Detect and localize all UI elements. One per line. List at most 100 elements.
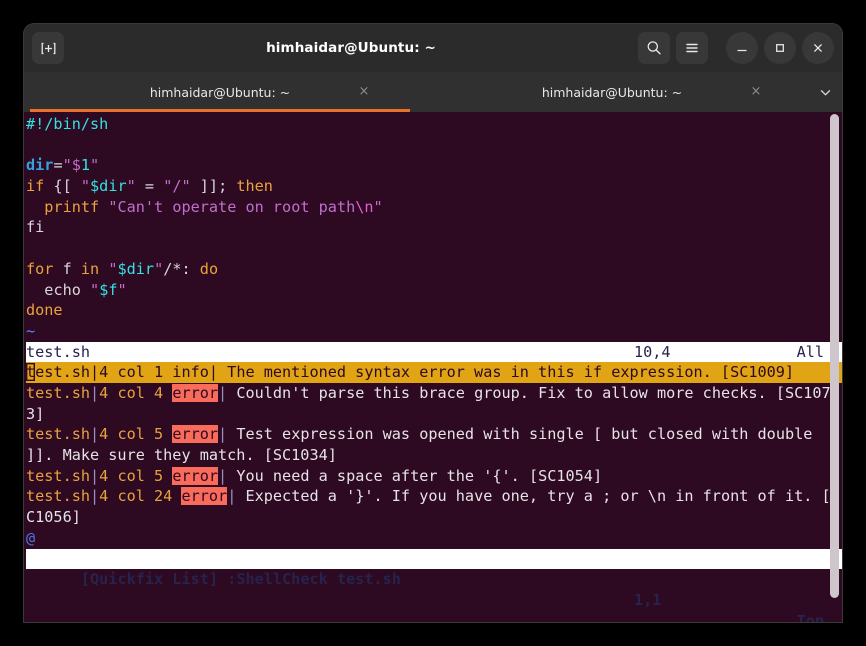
tab-bar: himhaidar@Ubuntu: ~ × himhaidar@Ubuntu: … bbox=[24, 72, 842, 112]
code-token: "$ bbox=[62, 156, 81, 175]
vim-line: #!/bin/sh bbox=[26, 114, 842, 135]
window-titlebar: himhaidar@Ubuntu: ~ bbox=[24, 24, 842, 72]
code-token: {[ bbox=[44, 177, 81, 196]
code-token: ~ bbox=[26, 321, 36, 340]
maximize-button[interactable] bbox=[764, 32, 796, 64]
code-token: #!/bin/sh bbox=[26, 115, 109, 133]
tab-overflow-button[interactable] bbox=[808, 72, 842, 112]
quickfix-entry[interactable]: test.sh|4 col 24 error| Expected a '}'. … bbox=[26, 486, 842, 527]
vim-line: if {[ "$dir" = "/" ]]; then bbox=[26, 176, 842, 197]
terminal-scrollbar[interactable] bbox=[829, 112, 840, 622]
close-button[interactable] bbox=[802, 32, 834, 64]
quickfix-entry[interactable]: test.sh|4 col 5 error| You need a space … bbox=[26, 466, 842, 487]
new-tab-button[interactable] bbox=[32, 32, 64, 64]
code-token: done bbox=[26, 301, 63, 320]
quickfix-current-text: est.sh|4 col 1 info| The mentioned synta… bbox=[35, 363, 795, 382]
vim-line: done bbox=[26, 300, 842, 321]
vim-statusline-file: test.sh 10,4 All bbox=[26, 341, 842, 363]
minimize-button[interactable] bbox=[726, 32, 758, 64]
tab-label: himhaidar@Ubuntu: ~ bbox=[149, 84, 291, 100]
tab-close-icon[interactable]: × bbox=[356, 84, 372, 100]
code-token: dir bbox=[26, 156, 54, 175]
tab-label: himhaidar@Ubuntu: ~ bbox=[541, 84, 683, 100]
quickfix-entry[interactable]: test.sh|4 col 4 error| Couldn't parse th… bbox=[26, 383, 842, 424]
quickfix-entry[interactable]: test.sh|4 col 5 error| Test expression w… bbox=[26, 424, 842, 465]
code-token: in bbox=[80, 259, 100, 278]
quickfix-severity-badge: error bbox=[172, 466, 219, 485]
code-token: " bbox=[90, 156, 100, 175]
continuation-marker: @ bbox=[26, 528, 36, 547]
quickfix-statusline-title: [Quickfix List] :ShellCheck test.sh bbox=[80, 570, 401, 589]
code-token: do bbox=[199, 259, 219, 278]
code-token: " bbox=[117, 280, 127, 299]
code-token: " bbox=[80, 177, 91, 196]
code-token: ]]; bbox=[190, 177, 237, 196]
quickfix-separator: | bbox=[218, 383, 237, 402]
code-token: " bbox=[154, 259, 164, 278]
code-token: = bbox=[53, 156, 63, 175]
quickfix-separator: | bbox=[90, 383, 100, 402]
code-token: " bbox=[90, 280, 100, 299]
code-token: then bbox=[236, 177, 273, 196]
hamburger-menu-icon bbox=[686, 43, 698, 53]
code-token: " bbox=[126, 177, 136, 196]
quickfix-location: 4 col 24 bbox=[99, 487, 182, 506]
quickfix-separator: | bbox=[90, 487, 100, 506]
statusline-filename: test.sh bbox=[26, 342, 91, 361]
quickfix-severity-badge: error bbox=[172, 425, 219, 444]
code-token: printf bbox=[44, 197, 100, 216]
quickfix-severity-badge: error bbox=[181, 487, 228, 506]
quickfix-current-entry[interactable]: test.sh|4 col 1 info| The mentioned synt… bbox=[26, 362, 842, 383]
vim-line: fi bbox=[26, 217, 842, 238]
code-token: 1 bbox=[80, 156, 91, 175]
code-token: = bbox=[135, 177, 164, 196]
code-token: $dir bbox=[90, 177, 127, 196]
terminal-content[interactable]: #!/bin/sh dir="$1" if {[ "$dir" = "/" ]];… bbox=[24, 112, 842, 622]
maximize-icon bbox=[776, 44, 784, 52]
search-button[interactable] bbox=[638, 32, 670, 64]
code-token: "/" bbox=[163, 177, 191, 196]
code-token: f bbox=[53, 259, 81, 278]
code-token: $dir bbox=[117, 259, 155, 278]
code-token: if bbox=[26, 177, 45, 196]
code-token: " bbox=[373, 197, 383, 216]
quickfix-file: test.sh bbox=[26, 466, 91, 485]
code-token: echo bbox=[44, 280, 81, 299]
quickfix-statusline-scroll: Top bbox=[796, 611, 824, 622]
quickfix-separator: | bbox=[90, 466, 100, 485]
vim-line: printf "Can't operate on root path\n" bbox=[26, 197, 842, 218]
minimize-icon bbox=[737, 49, 747, 52]
new-tab-icon bbox=[41, 42, 55, 54]
terminal-window: himhaidar@Ubuntu: ~ himhaidar@Ubuntu: ~ … bbox=[24, 24, 842, 622]
vim-buffer[interactable]: #!/bin/sh dir="$1" if {[ "$dir" = "/" ]];… bbox=[26, 114, 842, 342]
vim-line bbox=[26, 135, 842, 156]
code-token: for bbox=[26, 259, 54, 278]
scrollbar-thumb[interactable] bbox=[830, 114, 839, 598]
code-token: \n bbox=[355, 197, 374, 216]
tab-close-icon[interactable]: × bbox=[748, 84, 764, 100]
chevron-down-icon bbox=[820, 89, 830, 95]
quickfix-location: 4 col 4 bbox=[99, 383, 173, 402]
quickfix-entry-list[interactable]: test.sh|4 col 4 error| Couldn't parse th… bbox=[26, 383, 842, 528]
code-token: fi bbox=[26, 218, 45, 237]
quickfix-file: test.sh bbox=[26, 487, 91, 506]
quickfix-location: 4 col 5 bbox=[99, 425, 173, 444]
quickfix-separator: | bbox=[218, 425, 237, 444]
tab-1[interactable]: himhaidar@Ubuntu: ~ × bbox=[416, 72, 808, 112]
quickfix-file: test.sh bbox=[26, 425, 91, 444]
menu-button[interactable] bbox=[676, 32, 708, 64]
vim-line: echo "$f" bbox=[26, 280, 842, 301]
quickfix-severity-badge: error bbox=[172, 383, 219, 402]
statusline-scroll: All bbox=[796, 342, 824, 361]
quickfix-continuation: @ bbox=[26, 528, 842, 549]
tab-0[interactable]: himhaidar@Ubuntu: ~ × bbox=[24, 72, 416, 112]
code-token: $f bbox=[99, 280, 118, 299]
vim-statusline-quickfix: [Quickfix List] :ShellCheck test.sh 1,1 … bbox=[26, 548, 842, 622]
quickfix-message: You need a space after the '{'. [SC1054] bbox=[236, 466, 603, 485]
text-cursor: t bbox=[26, 363, 36, 382]
